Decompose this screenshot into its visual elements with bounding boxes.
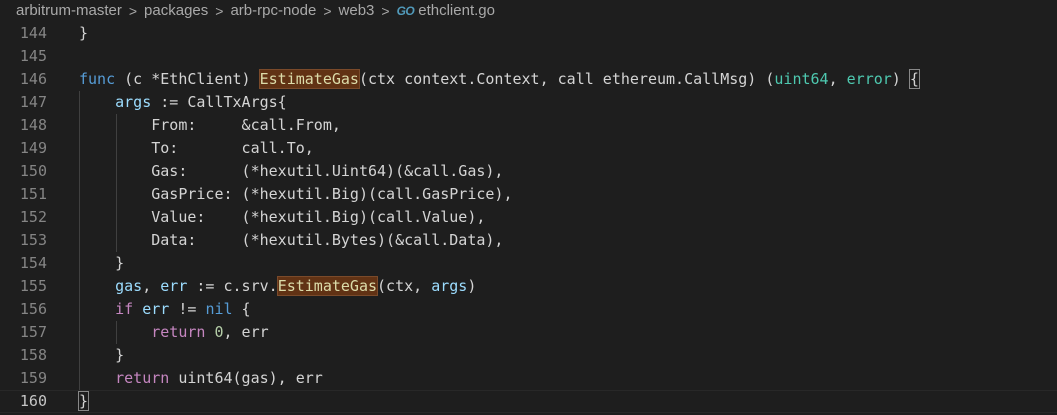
indent-guide — [79, 252, 80, 275]
indent-guide — [79, 114, 80, 137]
breadcrumb-item-arb-rpc-node[interactable]: arb-rpc-node — [230, 0, 316, 22]
code-text[interactable]: } — [77, 390, 90, 413]
code-line[interactable]: 149 To: call.To, — [0, 137, 1057, 160]
indent-guide — [79, 137, 80, 160]
line-number: 147 — [19, 93, 47, 111]
code-text[interactable]: } — [79, 22, 88, 45]
code-text[interactable]: Gas: (*hexutil.Uint64)(&call.Gas), — [79, 160, 503, 183]
indent-guide — [115, 114, 117, 137]
indent-guide — [115, 137, 117, 160]
line-number: 145 — [19, 47, 47, 65]
code-line[interactable]: 157 return 0, err — [0, 321, 1057, 344]
line-number: 159 — [19, 369, 47, 387]
code-text[interactable]: return 0, err — [79, 321, 268, 344]
breadcrumb-item-project[interactable]: arbitrum-master — [16, 0, 122, 22]
indent-guide — [79, 206, 80, 229]
code-text[interactable]: From: &call.From, — [79, 114, 341, 137]
code-line[interactable]: 151 GasPrice: (*hexutil.Big)(call.GasPri… — [0, 183, 1057, 206]
code-line[interactable]: 144} — [0, 22, 1057, 45]
indent-guide — [79, 183, 80, 206]
indent-guide — [79, 298, 80, 321]
code-line[interactable]: 145 — [0, 45, 1057, 68]
indent-guide — [115, 229, 117, 252]
code-text[interactable]: gas, err := c.srv.EstimateGas(ctx, args) — [79, 275, 476, 298]
code-line[interactable]: 147 args := CallTxArgs{ — [0, 91, 1057, 114]
indent-guide — [115, 321, 117, 344]
line-number: 152 — [19, 208, 47, 226]
indent-guide — [79, 160, 80, 183]
indent-guide — [79, 229, 80, 252]
line-number: 150 — [19, 162, 47, 180]
line-number: 160 — [19, 392, 47, 410]
code-text[interactable]: if err != nil { — [79, 298, 250, 321]
line-number: 151 — [19, 185, 47, 203]
code-text[interactable]: return uint64(gas), err — [79, 367, 323, 390]
line-number: 146 — [19, 70, 47, 88]
code-line[interactable]: 154 } — [0, 252, 1057, 275]
indent-guide — [79, 275, 80, 298]
indent-guide — [115, 160, 117, 183]
code-editor[interactable]: 144} 145 146 func (c *EthClient) EstimateGa… — [0, 22, 1057, 413]
line-number: 157 — [19, 323, 47, 341]
code-line[interactable]: 158 } — [0, 344, 1057, 367]
code-line[interactable]: 160} — [0, 390, 1057, 413]
code-text[interactable]: } — [79, 344, 124, 367]
code-line[interactable]: 152 Value: (*hexutil.Big)(call.Value), — [0, 206, 1057, 229]
code-line[interactable]: 153 Data: (*hexutil.Bytes)(&call.Data), — [0, 229, 1057, 252]
chevron-right-icon: > — [215, 3, 224, 19]
code-text[interactable]: func (c *EthClient) EstimateGas(ctx cont… — [79, 68, 920, 91]
line-number: 156 — [19, 300, 47, 318]
line-number: 154 — [19, 254, 47, 272]
breadcrumb-file[interactable]: ethclient.go — [418, 0, 495, 22]
chevron-right-icon: > — [128, 3, 138, 19]
line-number: 155 — [19, 277, 47, 295]
breadcrumb-item-web3[interactable]: web3 — [339, 0, 375, 22]
line-number: 144 — [19, 24, 47, 42]
code-line[interactable]: 156 if err != nil { — [0, 298, 1057, 321]
line-number: 149 — [19, 139, 47, 157]
indent-guide — [79, 367, 80, 390]
line-number: 158 — [19, 346, 47, 364]
code-line[interactable]: 159 return uint64(gas), err — [0, 367, 1057, 390]
indent-guide — [79, 321, 80, 344]
indent-guide — [79, 344, 80, 367]
code-text[interactable]: GasPrice: (*hexutil.Big)(call.GasPrice), — [79, 183, 512, 206]
breadcrumb: arbitrum-master > packages > arb-rpc-nod… — [0, 0, 1057, 22]
line-number: 153 — [19, 231, 47, 249]
code-text[interactable]: } — [79, 252, 124, 275]
code-line[interactable]: 150 Gas: (*hexutil.Uint64)(&call.Gas), — [0, 160, 1057, 183]
code-text[interactable]: args := CallTxArgs{ — [79, 91, 287, 114]
code-line[interactable]: 148 From: &call.From, — [0, 114, 1057, 137]
code-text[interactable]: Value: (*hexutil.Big)(call.Value), — [79, 206, 485, 229]
code-text[interactable]: To: call.To, — [79, 137, 314, 160]
code-text[interactable]: Data: (*hexutil.Bytes)(&call.Data), — [79, 229, 503, 252]
line-number: 148 — [19, 116, 47, 134]
indent-guide — [115, 183, 117, 206]
go-file-icon: GO — [396, 4, 415, 18]
code-line[interactable]: 146 func (c *EthClient) EstimateGas(ctx c… — [0, 68, 1057, 91]
indent-guide — [115, 206, 117, 229]
breadcrumb-item-packages[interactable]: packages — [144, 0, 208, 22]
chevron-right-icon: > — [323, 3, 332, 19]
chevron-right-icon: > — [381, 3, 390, 19]
code-line[interactable]: 155 gas, err := c.srv.EstimateGas(ctx, a… — [0, 275, 1057, 298]
indent-guide — [79, 91, 80, 114]
